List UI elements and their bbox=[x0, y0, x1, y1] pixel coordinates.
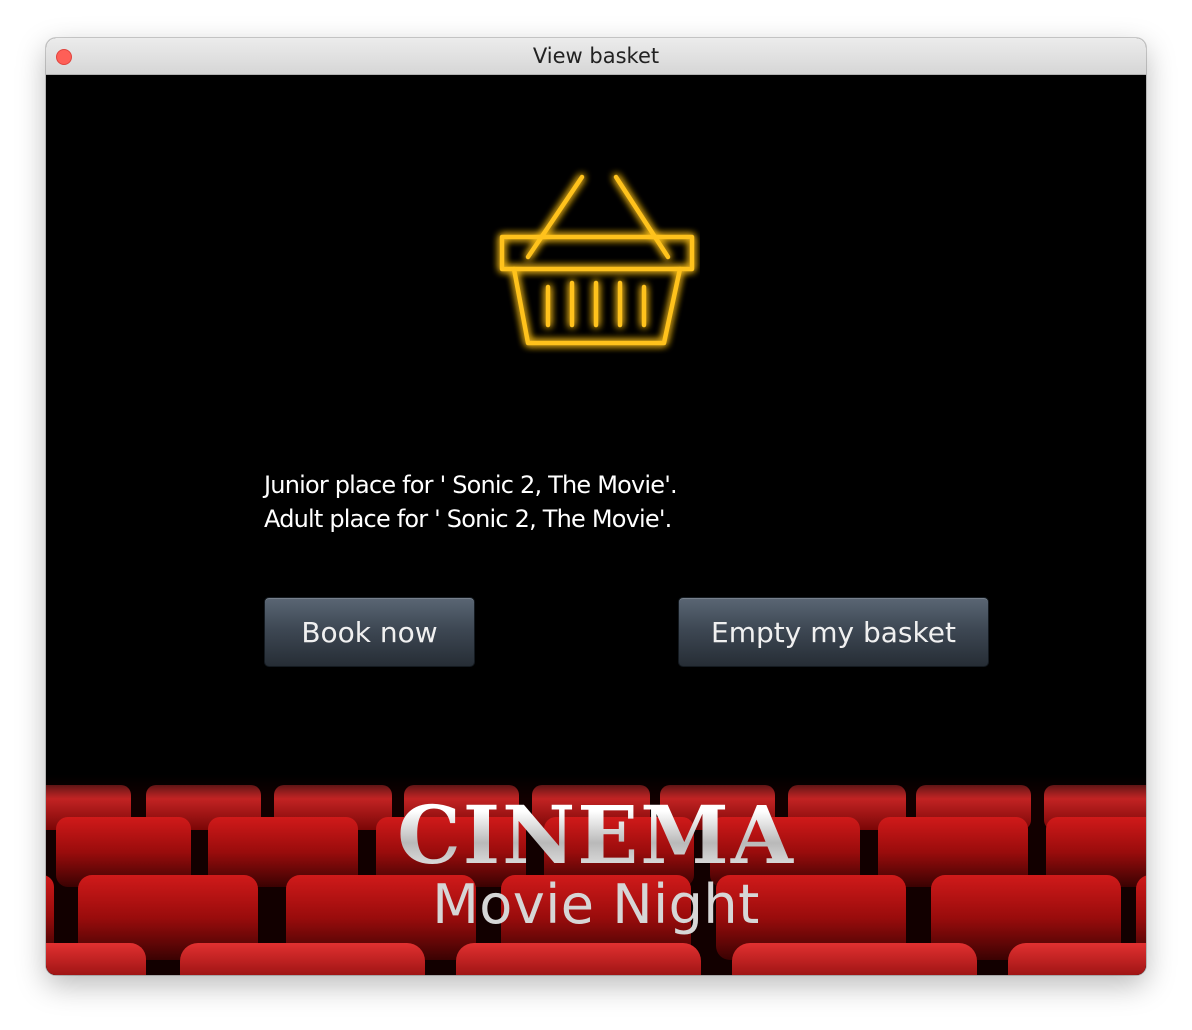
title-bar[interactable]: View basket bbox=[46, 38, 1146, 75]
basket-items-list: Junior place for ' Sonic 2, The Movie'. … bbox=[264, 468, 964, 536]
window-title: View basket bbox=[532, 44, 660, 68]
basket-icon bbox=[499, 174, 695, 346]
empty-basket-button[interactable]: Empty my basket bbox=[678, 597, 989, 667]
basket-item: Junior place for ' Sonic 2, The Movie'. bbox=[264, 471, 678, 499]
book-now-button[interactable]: Book now bbox=[264, 597, 475, 667]
basket-item: Adult place for ' Sonic 2, The Movie'. bbox=[264, 505, 672, 533]
movie-night-subtitle: Movie Night bbox=[432, 873, 760, 936]
basket-content: Junior place for ' Sonic 2, The Movie'. … bbox=[46, 75, 1146, 975]
cinema-title: CINEMA bbox=[46, 795, 1146, 875]
view-basket-window: View basket Junior place for ' Sonic 2, … bbox=[46, 38, 1146, 975]
